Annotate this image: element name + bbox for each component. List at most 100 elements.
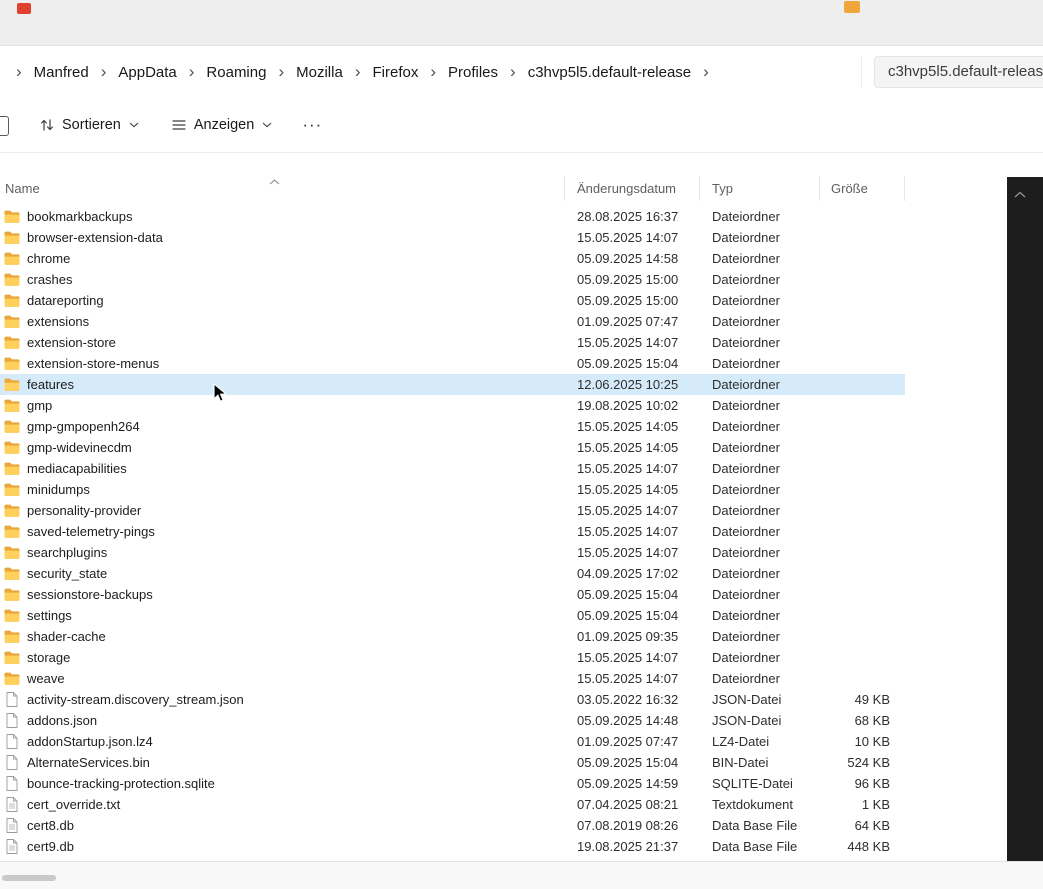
scroll-up-icon[interactable]	[1014, 185, 1026, 203]
file-icon	[4, 692, 20, 707]
breadcrumb-item[interactable]: Profiles	[446, 60, 500, 85]
view-button[interactable]: Anzeigen	[162, 107, 281, 143]
table-row[interactable]: gmp 19.08.2025 10:02 Dateiordner	[0, 395, 905, 416]
file-name: weave	[27, 671, 65, 686]
file-name: shader-cache	[27, 629, 106, 644]
table-row[interactable]: saved-telemetry-pings 15.05.2025 14:07 D…	[0, 521, 905, 542]
date-modified: 07.04.2025 08:21	[565, 797, 700, 812]
breadcrumb-chevron-icon[interactable]: ›	[703, 63, 709, 80]
more-options-button[interactable]: ···	[295, 107, 329, 143]
column-header-date[interactable]: Änderungsdatum	[565, 176, 700, 201]
table-row[interactable]: extensions 01.09.2025 07:47 Dateiordner	[0, 311, 905, 332]
search-box-text: c3hvp5l5.default-release	[888, 63, 1043, 80]
file-list-pane: Name Änderungsdatum Typ Größe	[0, 153, 1007, 861]
breadcrumb-item[interactable]: c3hvp5l5.default-release	[526, 60, 693, 85]
table-row[interactable]: datareporting 05.09.2025 15:00 Dateiordn…	[0, 290, 905, 311]
table-row[interactable]: extension-store 15.05.2025 14:07 Dateior…	[0, 332, 905, 353]
breadcrumb-chevron-icon[interactable]: ›	[510, 63, 516, 80]
file-name: extensions	[27, 314, 89, 329]
file-name: addonStartup.json.lz4	[27, 734, 153, 749]
breadcrumb-chevron-icon[interactable]: ›	[430, 63, 436, 80]
breadcrumb-chevron-icon[interactable]: ›	[278, 63, 284, 80]
date-modified: 01.09.2025 07:47	[565, 734, 700, 749]
table-row[interactable]: weave 15.05.2025 14:07 Dateiordner	[0, 668, 905, 689]
table-row[interactable]: activity-stream.discovery_stream.json 03…	[0, 689, 905, 710]
breadcrumb-chevron-icon[interactable]: ›	[16, 63, 22, 80]
file-icon	[4, 755, 20, 770]
table-row[interactable]: shader-cache 01.09.2025 09:35 Dateiordne…	[0, 626, 905, 647]
column-header-size[interactable]: Größe	[820, 176, 905, 201]
table-row[interactable]: storage 15.05.2025 14:07 Dateiordner	[0, 647, 905, 668]
file-name: cert_override.txt	[27, 797, 120, 812]
file-name: minidumps	[27, 482, 90, 497]
date-modified: 05.09.2025 14:48	[565, 713, 700, 728]
table-row[interactable]: features 12.06.2025 10:25 Dateiordner	[0, 374, 905, 395]
file-type: Dateiordner	[700, 545, 820, 560]
table-row[interactable]: crashes 05.09.2025 15:00 Dateiordner	[0, 269, 905, 290]
file-name: bounce-tracking-protection.sqlite	[27, 776, 215, 791]
file-name: storage	[27, 650, 70, 665]
date-modified: 05.09.2025 14:58	[565, 251, 700, 266]
folder-icon	[4, 210, 20, 223]
table-row[interactable]: bounce-tracking-protection.sqlite 05.09.…	[0, 773, 905, 794]
table-row[interactable]: minidumps 15.05.2025 14:05 Dateiordner	[0, 479, 905, 500]
date-modified: 15.05.2025 14:07	[565, 671, 700, 686]
table-row[interactable]: sessionstore-backups 05.09.2025 15:04 Da…	[0, 584, 905, 605]
file-name: settings	[27, 608, 72, 623]
file-icon	[4, 839, 20, 854]
sort-button[interactable]: Sortieren	[30, 107, 148, 143]
breadcrumb-item[interactable]: Firefox	[370, 60, 420, 85]
table-row[interactable]: cert_override.txt 07.04.2025 08:21 Textd…	[0, 794, 905, 815]
column-header-name[interactable]: Name	[0, 176, 565, 201]
breadcrumb-item[interactable]: Roaming	[204, 60, 268, 85]
horizontal-scrollbar[interactable]	[0, 861, 1043, 889]
breadcrumb: › Manfred › AppData › Roaming › Mozilla › Firefox…	[6, 46, 719, 98]
table-row[interactable]: bookmarkbackups 28.08.2025 16:37 Dateior…	[0, 206, 905, 227]
table-row[interactable]: searchplugins 15.05.2025 14:07 Dateiordn…	[0, 542, 905, 563]
file-name: bookmarkbackups	[27, 209, 133, 224]
file-size: 524 KB	[820, 755, 905, 770]
breadcrumb-chevron-icon[interactable]: ›	[355, 63, 361, 80]
breadcrumb-item[interactable]: Manfred	[32, 60, 91, 85]
table-row[interactable]: extension-store-menus 05.09.2025 15:04 D…	[0, 353, 905, 374]
file-name: cert9.db	[27, 839, 74, 854]
table-row[interactable]: security_state 04.09.2025 17:02 Dateiord…	[0, 563, 905, 584]
file-type: Data Base File	[700, 839, 820, 854]
horizontal-scrollbar-thumb[interactable]	[2, 875, 56, 881]
date-modified: 07.08.2019 08:26	[565, 818, 700, 833]
breadcrumb-item[interactable]: AppData	[116, 60, 178, 85]
breadcrumb-chevron-icon[interactable]: ›	[101, 63, 107, 80]
date-modified: 19.08.2025 10:02	[565, 398, 700, 413]
table-row[interactable]: gmp-gmpopenh264 15.05.2025 14:05 Dateior…	[0, 416, 905, 437]
table-row[interactable]: AlternateServices.bin 05.09.2025 15:04 B…	[0, 752, 905, 773]
file-icon	[4, 797, 20, 812]
table-row[interactable]: browser-extension-data 15.05.2025 14:07 …	[0, 227, 905, 248]
date-modified: 15.05.2025 14:07	[565, 461, 700, 476]
table-row[interactable]: addonStartup.json.lz4 01.09.2025 07:47 L…	[0, 731, 905, 752]
file-type: JSON-Datei	[700, 692, 820, 707]
table-row[interactable]: cert8.db 07.08.2019 08:26 Data Base File…	[0, 815, 905, 836]
file-name: activity-stream.discovery_stream.json	[27, 692, 244, 707]
file-type: Dateiordner	[700, 251, 820, 266]
table-row[interactable]: personality-provider 15.05.2025 14:07 Da…	[0, 500, 905, 521]
table-row[interactable]: gmp-widevinecdm 15.05.2025 14:05 Dateior…	[0, 437, 905, 458]
search-box[interactable]: c3hvp5l5.default-release	[874, 56, 1043, 88]
file-name: sessionstore-backups	[27, 587, 153, 602]
column-header-type[interactable]: Typ	[700, 176, 820, 201]
file-type: Dateiordner	[700, 230, 820, 245]
breadcrumb-chevron-icon[interactable]: ›	[189, 63, 195, 80]
breadcrumb-item[interactable]: Mozilla	[294, 60, 345, 85]
folder-icon	[4, 399, 20, 412]
file-size: 448 KB	[820, 839, 905, 854]
folder-icon	[4, 672, 20, 685]
file-type: Dateiordner	[700, 209, 820, 224]
table-row[interactable]: chrome 05.09.2025 14:58 Dateiordner	[0, 248, 905, 269]
file-type: Dateiordner	[700, 650, 820, 665]
date-modified: 05.09.2025 15:00	[565, 293, 700, 308]
table-row[interactable]: cert9.db 19.08.2025 21:37 Data Base File…	[0, 836, 905, 857]
table-row[interactable]: mediacapabilities 15.05.2025 14:07 Datei…	[0, 458, 905, 479]
table-row[interactable]: addons.json 05.09.2025 14:48 JSON-Datei …	[0, 710, 905, 731]
file-type: Dateiordner	[700, 524, 820, 539]
ellipsis-icon: ···	[302, 115, 322, 135]
table-row[interactable]: settings 05.09.2025 15:04 Dateiordner	[0, 605, 905, 626]
